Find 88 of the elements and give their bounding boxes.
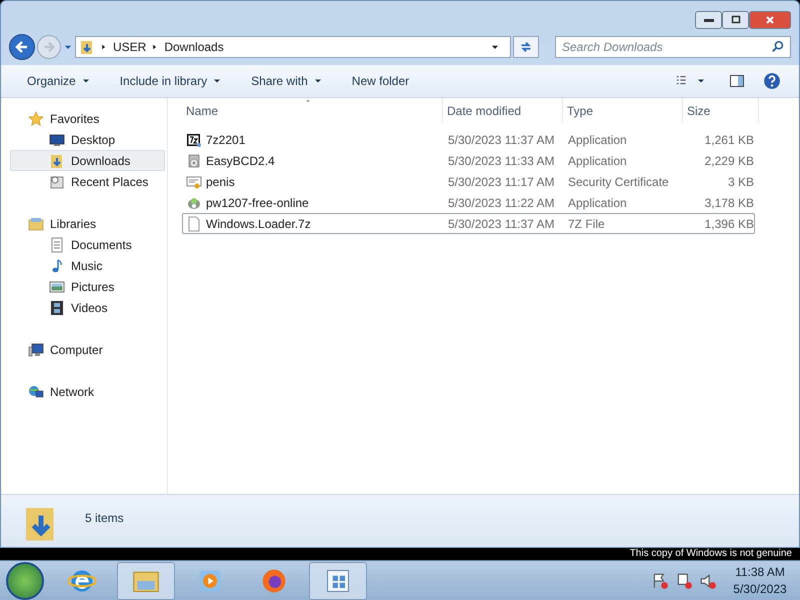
search-field[interactable]: Search Downloads (555, 36, 791, 58)
size-cell-text: 2,229 KB (704, 152, 754, 170)
type-cell-text: Application (567, 132, 628, 148)
file-row[interactable]: penis 5/30/2023 11:17 AM Security Certificate 3 KB (182, 171, 755, 192)
file-name: Windows.Loader.7z (206, 216, 311, 232)
sidebar-item[interactable]: Desktop (10, 129, 165, 150)
computer-icon (28, 342, 44, 358)
star-icon (28, 110, 44, 126)
minimize-icon (704, 18, 714, 22)
clock-date[interactable]: 5/30/2023 (733, 580, 787, 598)
date-cell-text: 5/30/2023 11:33 AM (447, 152, 556, 170)
start-button[interactable] (6, 562, 44, 600)
toolbar-button[interactable]: Organize (19, 69, 98, 93)
library-folder-icon (28, 216, 44, 232)
file-name: EasyBCD2.4 (206, 152, 275, 170)
arrow-right-icon (42, 40, 56, 54)
size-cell-text: 3 KB (726, 174, 754, 190)
date-cell-text: 5/30/2023 11:37 AM (447, 132, 556, 148)
column-header[interactable]: Size (683, 98, 759, 123)
recent-places-icon (49, 174, 65, 190)
column-header[interactable]: Date modified (443, 98, 563, 123)
preview-pane-icon[interactable] (729, 73, 745, 89)
monitor-icon (49, 132, 65, 148)
clock-time[interactable]: 11:38 AM (735, 564, 785, 580)
seven-zip-icon (186, 132, 202, 148)
search-icon (771, 40, 785, 54)
film-strip-icon (49, 300, 65, 316)
speaker-muted-icon[interactable] (699, 572, 717, 590)
genuine-notice: This copy of Windows is not genuine (630, 549, 792, 559)
date-cell-text: 5/30/2023 11:22 AM (447, 194, 556, 212)
certificate-icon (186, 174, 202, 190)
refresh-icon (519, 40, 533, 54)
download-folder-icon (79, 39, 95, 55)
network-alert-icon[interactable] (675, 572, 693, 590)
network-globe-icon (28, 384, 44, 400)
picture-icon (49, 278, 65, 294)
address-bar[interactable]: USER Downloads (75, 36, 511, 58)
toolbar-button[interactable]: New folder (344, 69, 418, 93)
sidebar-item[interactable]: Recent Places (10, 171, 165, 192)
toolbar-button[interactable]: Include in library (112, 69, 230, 93)
dropdown-icon[interactable] (697, 77, 705, 85)
type-cell-text: Security Certificate (567, 174, 670, 190)
close-button[interactable] (749, 11, 791, 29)
back-button[interactable] (9, 34, 35, 60)
file-name: pw1207-free-online (206, 194, 309, 212)
chevron-right-icon (101, 43, 107, 51)
sidebar-item[interactable]: Documents (10, 234, 165, 255)
sidebar-item[interactable]: Pictures (10, 276, 165, 297)
column-header[interactable]: Name (182, 98, 443, 123)
type-cell-text: Application (567, 194, 628, 212)
file-row[interactable]: Windows.Loader.7z 5/30/2023 11:37 AM 7Z File 1,396 KB (182, 213, 755, 234)
chevron-right-icon (152, 43, 158, 51)
taskbar-button[interactable] (309, 562, 367, 600)
download-folder-icon (49, 152, 65, 168)
file-row[interactable]: 7z2201 5/30/2023 11:37 AM Application 1,261 KB (182, 129, 755, 150)
file-name: 7z2201 (206, 132, 246, 148)
sidebar-heading[interactable]: Network (1, 381, 167, 402)
date-cell-text: 5/30/2023 11:17 AM (447, 174, 556, 190)
date-cell-text: 5/30/2023 11:37 AM (447, 216, 556, 232)
size-cell-text: 3,178 KB (704, 194, 754, 212)
size-cell-text: 1,261 KB (704, 132, 754, 148)
help-icon[interactable] (763, 72, 781, 90)
maximize-button[interactable] (722, 11, 749, 29)
sidebar-item[interactable]: Videos (10, 297, 165, 318)
sidebar-heading[interactable]: Computer (1, 339, 167, 360)
arrow-left-icon (14, 39, 30, 55)
size-cell-text: 1,396 KB (704, 216, 754, 232)
sidebar-heading[interactable]: Favorites (1, 108, 167, 129)
file-row[interactable]: EasyBCD2.4 5/30/2023 11:33 AM Application 2,229 KB (182, 150, 755, 171)
breadcrumb[interactable]: Downloads (164, 38, 224, 56)
toolbar-button[interactable]: Share with (243, 69, 330, 93)
type-cell-text: Application (567, 152, 628, 170)
breadcrumb[interactable]: USER (113, 38, 146, 56)
file-name: penis (206, 174, 235, 190)
document-icon (49, 236, 65, 252)
blank-file-icon (186, 216, 202, 232)
minimize-button[interactable] (695, 11, 722, 29)
flag-alert-icon[interactable] (651, 572, 669, 590)
sidebar-item[interactable]: Downloads (10, 150, 165, 171)
type-cell-text: 7Z File (567, 216, 606, 232)
column-header[interactable]: Type (563, 98, 683, 123)
sidebar-item[interactable]: Music (10, 255, 165, 276)
item-count: 5 items (85, 510, 124, 527)
disc-installer-icon (186, 152, 202, 168)
sort-arrow-icon (304, 98, 312, 103)
sidebar-heading[interactable]: Libraries (1, 213, 167, 234)
file-row[interactable]: pw1207-free-online 5/30/2023 11:22 AM Application 3,178 KB (182, 192, 755, 213)
refresh-button[interactable] (513, 36, 539, 58)
